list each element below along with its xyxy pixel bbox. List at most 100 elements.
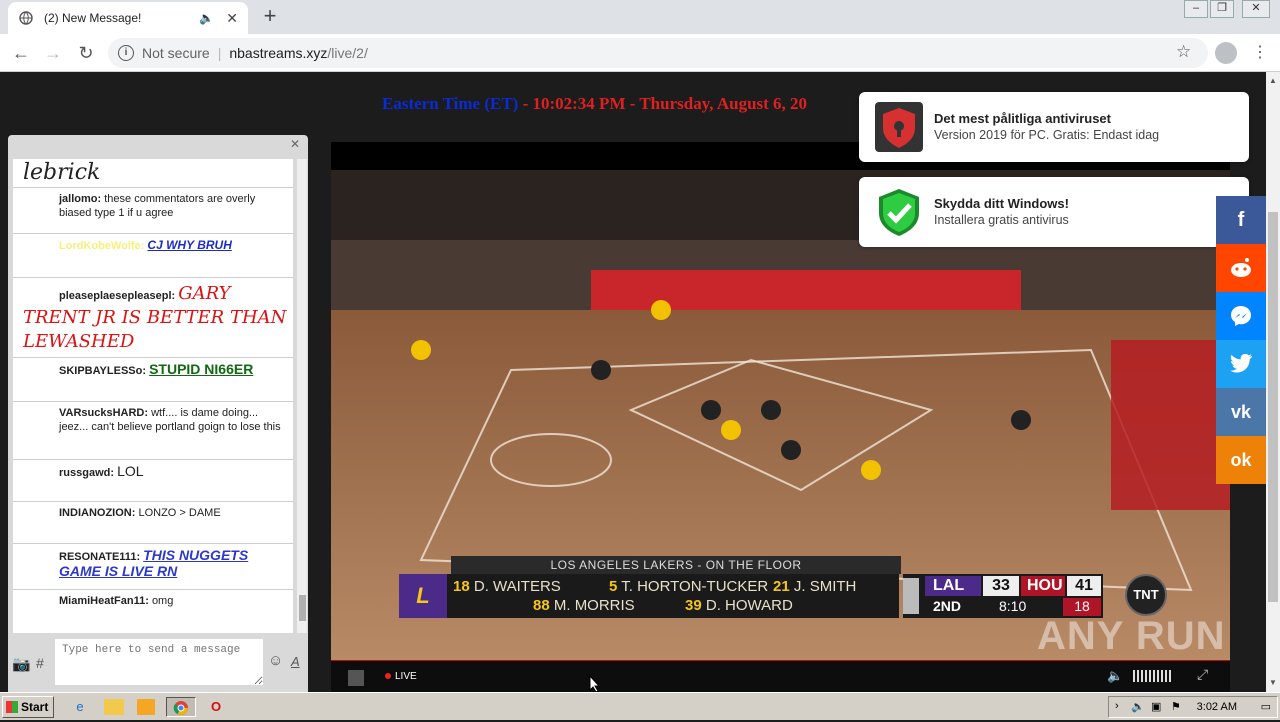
reload-icon[interactable]: ↻ <box>75 42 97 64</box>
chat-scroll-thumb[interactable] <box>299 595 306 621</box>
team2-score: 41 <box>1067 576 1101 596</box>
chat-message: lebrick <box>13 159 293 188</box>
forward-arrow-icon[interactable]: → <box>42 42 64 64</box>
player-number: 39 <box>685 597 702 614</box>
chat-username[interactable]: LordKobeWolfe: <box>59 240 144 252</box>
player-name: M. MORRIS <box>553 597 635 614</box>
menu-kebab-icon[interactable]: ⋮ <box>1252 42 1268 62</box>
game-clock: 8:10 <box>999 598 1027 614</box>
browser-toolbar: ← → ↻ i Not secure | nbastreams.xyz /liv… <box>0 34 1280 72</box>
facebook-share-icon[interactable]: f <box>1216 196 1266 244</box>
back-arrow-icon[interactable]: ← <box>10 42 32 64</box>
taskbar-clock: 3:02 AM <box>1196 701 1237 713</box>
windows-logo-icon <box>6 701 18 713</box>
chat-message: INDIANOZION: LONZO > DAME <box>13 502 293 544</box>
quarter: 2ND <box>933 598 962 614</box>
speaker-mute-icon[interactable]: 🔈 <box>199 11 214 25</box>
minimize-button[interactable]: – <box>1184 0 1208 18</box>
chat-username[interactable]: RESONATE111: <box>59 551 140 563</box>
chat-username[interactable]: pleaseplaesepleasepl: <box>59 290 175 302</box>
chat-message-text: LOL <box>117 463 144 479</box>
chat-message-input[interactable] <box>55 639 263 685</box>
emoji-icon[interactable]: ☺ <box>268 652 283 669</box>
address-bar[interactable]: i Not secure | nbastreams.xyz /live/2/ <box>108 38 1208 68</box>
clock-time: - 10:02:34 PM - Thursday, August 6, 20 <box>518 94 808 113</box>
chat-scrollbar[interactable] <box>297 159 307 633</box>
windows-notification[interactable]: Skydda ditt Windows! Installera gratis a… <box>859 177 1249 247</box>
tab-close-icon[interactable]: ✕ <box>226 10 238 27</box>
fullscreen-icon[interactable]: ⤢ <box>1197 666 1208 683</box>
clock-timezone: Eastern Time (ET) <box>382 94 519 113</box>
show-desktop-icon[interactable]: ▭ <box>1261 700 1271 713</box>
flag-tray-icon[interactable]: ⚑ <box>1171 700 1181 713</box>
volume-tray-icon[interactable]: 🔈 <box>1131 700 1145 713</box>
url-separator: | <box>217 45 222 61</box>
folder-icon[interactable] <box>104 699 124 715</box>
chat-message: SKIPBAYLESSo: STUPID NI66ER <box>13 358 293 402</box>
live-indicator: LIVE <box>385 671 417 682</box>
vk-share-icon[interactable]: vk <box>1216 388 1266 436</box>
tnt-logo: TNT <box>1125 574 1167 616</box>
camera-icon[interactable]: 📷 <box>12 655 31 673</box>
scroll-up-icon[interactable]: ▲ <box>1269 76 1277 85</box>
tray-arrow-icon[interactable]: › <box>1115 700 1119 712</box>
chat-username[interactable]: INDIANOZION: <box>59 507 135 519</box>
anyrun-watermark: ANY RUN <box>1037 614 1226 658</box>
chat-message-text: CJ WHY BRUH <box>147 238 232 252</box>
chat-username[interactable]: MiamiHeatFan11: <box>59 595 149 607</box>
player-name: J. SMITH <box>793 578 857 595</box>
green-shield-check-icon <box>879 189 919 236</box>
scoreboard: LAL 33 HOU 41 2ND 8:10 18 <box>903 574 1103 618</box>
volume-slider[interactable] <box>1133 670 1173 682</box>
opera-icon[interactable]: O <box>206 697 226 717</box>
tab-bar: (2) New Message! 🔈 ✕ + – ❐ ✕ <box>0 0 1280 34</box>
info-icon[interactable]: i <box>118 45 134 61</box>
player-name: T. HORTON-TUCKER <box>621 578 769 595</box>
odnoklassniki-share-icon[interactable]: ok <box>1216 436 1266 484</box>
text-format-icon[interactable]: A <box>291 654 300 669</box>
twitter-share-icon[interactable] <box>1216 340 1266 388</box>
bookmark-star-icon[interactable]: ☆ <box>1176 42 1191 62</box>
chat-username[interactable]: russgawd: <box>59 467 114 479</box>
start-button[interactable]: Start <box>2 696 54 718</box>
chat-message: LordKobeWolfe: CJ WHY BRUH <box>13 234 293 278</box>
chat-username[interactable]: jallomo: <box>59 193 101 205</box>
messenger-share-icon[interactable] <box>1216 292 1266 340</box>
player-entry: 18 D. WAITERS <box>453 578 561 595</box>
chrome-icon <box>173 701 188 715</box>
player-number: 88 <box>533 597 550 614</box>
scroll-down-icon[interactable]: ▼ <box>1269 678 1277 687</box>
chat-username[interactable]: VARsucksHARD: <box>59 407 148 419</box>
new-tab-button[interactable]: + <box>258 4 282 28</box>
antivirus-notification[interactable]: Det mest pålitliga antiviruset Version 2… <box>859 92 1249 162</box>
lakers-logo-icon: L <box>399 574 447 618</box>
team2-name: HOU <box>1021 576 1065 596</box>
network-tray-icon[interactable]: ▣ <box>1151 700 1161 713</box>
page-scroll-thumb[interactable] <box>1268 212 1278 602</box>
player-number: 21 <box>773 578 790 595</box>
hashtag-icon[interactable]: # <box>36 655 44 671</box>
eastern-time-clock: Eastern Time (ET) - 10:02:34 PM - Thursd… <box>382 94 807 114</box>
chat-message: RESONATE111: THIS NUGGETS GAME IS LIVE R… <box>13 544 293 590</box>
volume-icon[interactable]: 🔈 <box>1107 668 1123 684</box>
reddit-share-icon[interactable] <box>1216 244 1266 292</box>
media-player-icon[interactable] <box>137 699 155 715</box>
player-name: D. WAITERS <box>473 578 561 595</box>
red-shield-icon <box>875 102 923 152</box>
page-scrollbar[interactable]: ▲ ▼ <box>1266 72 1280 692</box>
chat-username[interactable]: SKIPBAYLESSo: <box>59 365 146 377</box>
window-close-button[interactable]: ✕ <box>1242 0 1270 18</box>
mouse-cursor-icon <box>589 675 601 693</box>
notification-title: Det mest pålitliga antiviruset <box>934 111 1111 126</box>
on-floor-label: LOS ANGELES LAKERS - ON THE FLOOR <box>451 556 901 574</box>
browser-tab[interactable]: (2) New Message! 🔈 ✕ <box>8 2 248 34</box>
restore-button[interactable]: ❐ <box>1210 0 1234 18</box>
notification-title: Skydda ditt Windows! <box>934 196 1069 211</box>
chat-message: pleaseplaesepleasepl: GARY TRENT JR IS B… <box>13 278 293 358</box>
profile-avatar-icon[interactable] <box>1215 42 1237 64</box>
ie-icon[interactable]: e <box>70 697 90 717</box>
chrome-taskbar-button[interactable] <box>166 697 196 717</box>
play-pause-button[interactable] <box>348 670 364 686</box>
chat-close-icon[interactable]: ✕ <box>290 137 300 151</box>
nba-logo-icon <box>903 578 919 614</box>
